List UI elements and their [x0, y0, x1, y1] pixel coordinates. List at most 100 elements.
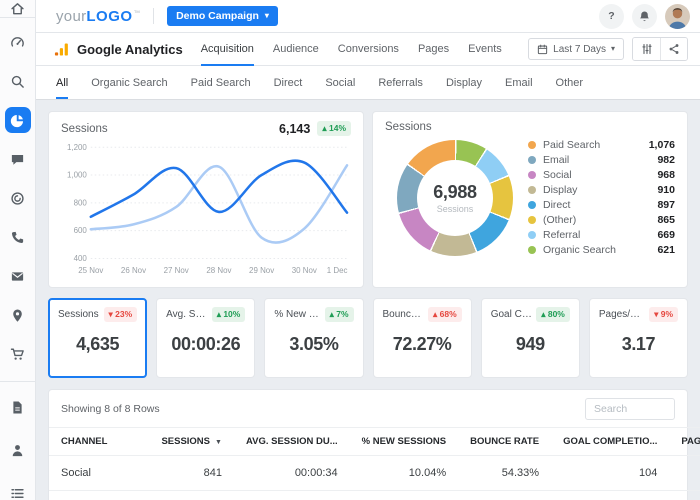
tab-audience[interactable]: Audience [273, 33, 319, 66]
kpi-label: Sessions [58, 309, 99, 320]
legend-item-other[interactable]: (Other) 865 [528, 214, 675, 226]
delta-badge: ▴ 14% [317, 121, 351, 136]
sidebar-nav-secondary [5, 382, 31, 500]
toolbar-button-group [632, 37, 688, 61]
sidebar-item-email[interactable] [5, 263, 31, 289]
legend-item-email[interactable]: Email 982 [528, 154, 675, 166]
delta-badge: ▴ 7% [324, 307, 354, 322]
filter-button[interactable] [633, 38, 660, 60]
legend-label: Social [543, 169, 572, 181]
sidebar-item-ecommerce[interactable] [5, 341, 31, 367]
column-header-new-sessions[interactable]: % NEW SESSIONS [349, 427, 459, 456]
calendar-icon [537, 44, 548, 55]
sidebar-item-reports[interactable] [5, 394, 31, 420]
column-header-bounce-rate[interactable]: BOUNCE RATE [458, 427, 552, 456]
kpi-card-pages-se[interactable]: Pages/Se...▾ 9% 3.17 [588, 298, 689, 378]
legend-item-direct[interactable]: Direct 897 [528, 199, 675, 211]
sessions-line-chart[interactable]: 400 600 800 1,000 1,200 25 Nov 26 Nov 27 Nov 28 … [61, 139, 351, 277]
legend-item-organic-search[interactable]: Organic Search 621 [528, 244, 675, 256]
subtab-organic-search[interactable]: Organic Search [91, 66, 167, 99]
column-header-avg-session-du[interactable]: AVG. SESSION DU... [233, 427, 350, 456]
kpi-value: 3.05% [289, 334, 339, 354]
home-icon [10, 1, 25, 16]
campaign-selector-button[interactable]: Demo Campaign ▾ [167, 6, 278, 26]
subtab-referrals[interactable]: Referrals [378, 66, 423, 99]
column-header-pages-session[interactable]: PAGES/SESSION [669, 427, 700, 456]
legend-value: 621 [657, 244, 675, 256]
tab-acquisition[interactable]: Acquisition [200, 33, 254, 66]
table-row-organic-search[interactable]: Organic Search81300:00:1510.10%56.08%825… [49, 490, 700, 500]
tab-pages[interactable]: Pages [418, 33, 449, 66]
kpi-card-avg-ses[interactable]: Avg. Ses...▴ 10% 00:00:26 [156, 298, 256, 378]
date-range-button[interactable]: Last 7 Days ▾ [528, 38, 624, 60]
sidebar-item-search[interactable] [5, 68, 31, 94]
kpi-card-goal-co[interactable]: Goal Co... ▴ 80% 949 [480, 298, 580, 378]
table-cell: Social [49, 455, 150, 491]
subtab-social[interactable]: Social [325, 66, 355, 99]
sessions-donut-chart[interactable]: 6,988 Sessions [397, 139, 513, 256]
tab-events[interactable]: Events [468, 33, 502, 66]
share-button[interactable] [660, 38, 687, 60]
table-row-social[interactable]: Social84100:00:3410.04%54.33%1045.82 [49, 455, 700, 491]
sidebar-item-chat[interactable] [5, 146, 31, 172]
legend-value: 1,076 [648, 139, 675, 151]
subtab-email[interactable]: Email [505, 66, 533, 99]
tab-conversions[interactable]: Conversions [338, 33, 399, 66]
kpi-value: 3.17 [621, 334, 656, 354]
chat-icon [10, 152, 25, 167]
subtab-all[interactable]: All [56, 66, 69, 99]
kpi-card-bounce[interactable]: Bounce ... ▴ 68% 72.27% [372, 298, 472, 378]
sidebar-item-locations[interactable] [5, 302, 31, 328]
legend-value: 910 [657, 184, 675, 196]
sidebar-item-calls[interactable] [5, 224, 31, 250]
sidebar-nav-primary [4, 18, 31, 375]
legend-value: 982 [657, 154, 675, 166]
legend-item-paid-search[interactable]: Paid Search 1,076 [528, 139, 675, 151]
legend-dot-icon [528, 141, 536, 149]
search-icon [10, 74, 25, 89]
arrow-down-icon: ▾ [654, 309, 659, 319]
sidebar [0, 0, 36, 500]
line-card-stats: 6,143 ▴ 14% [279, 121, 351, 136]
arrow-up-icon: ▴ [216, 309, 221, 319]
sessions-line-chart-card: Sessions 6,143 ▴ 14% 400 600 800 1,000 1,200… [48, 111, 364, 288]
table-cell: 56.08% [458, 490, 552, 500]
legend-value: 669 [657, 229, 675, 241]
subtab-display[interactable]: Display [446, 66, 482, 99]
logo[interactable]: your LOGO ™ [56, 8, 140, 25]
arrow-down-icon: ▾ [108, 309, 113, 319]
sidebar-item-home[interactable] [0, 0, 35, 18]
svg-text:26 Nov: 26 Nov [121, 266, 147, 275]
table-cell: 104 [551, 455, 670, 491]
legend-item-referral[interactable]: Referral 669 [528, 229, 675, 241]
topbar: your LOGO ™ Demo Campaign ▾ ? [36, 0, 700, 33]
dashboard-content: Sessions 6,143 ▴ 14% 400 600 800 1,000 1,200… [36, 100, 700, 500]
svg-text:600: 600 [74, 226, 88, 235]
notifications-button[interactable] [632, 3, 657, 29]
sidebar-item-analytics[interactable] [4, 107, 31, 133]
sidebar-item-targeting[interactable] [5, 185, 31, 211]
subtab-paid-search[interactable]: Paid Search [191, 66, 251, 99]
help-button[interactable]: ? [599, 3, 624, 29]
table-search-input[interactable] [585, 398, 675, 420]
kpi-card-new-s[interactable]: % New S... ▴ 7% 3.05% [264, 298, 364, 378]
table-cell: 82 [551, 490, 670, 500]
kpi-card-sessions[interactable]: Sessions ▾ 23% 4,635 [48, 298, 148, 378]
legend-item-display[interactable]: Display 910 [528, 184, 675, 196]
column-header-channel[interactable]: CHANNEL [49, 427, 150, 456]
sidebar-item-users[interactable] [5, 437, 31, 463]
question-mark-icon: ? [608, 10, 615, 22]
column-header-sessions[interactable]: SESSIONS ▼ [149, 427, 234, 456]
sidebar-item-dashboard[interactable] [5, 29, 31, 55]
sidebar-item-lists[interactable] [5, 480, 31, 500]
legend-item-social[interactable]: Social 968 [528, 169, 675, 181]
subtab-other[interactable]: Other [556, 66, 584, 99]
subtab-direct[interactable]: Direct [274, 66, 303, 99]
sort-desc-icon: ▼ [215, 439, 222, 446]
channel-subtabs: All Organic Search Paid Search Direct Social… [36, 66, 700, 100]
sliders-icon [641, 43, 653, 55]
column-header-goal-completio[interactable]: GOAL COMPLETIO... [551, 427, 670, 456]
pie-chart-icon [10, 113, 25, 128]
legend-label: Paid Search [543, 139, 601, 151]
user-avatar[interactable] [665, 3, 690, 29]
